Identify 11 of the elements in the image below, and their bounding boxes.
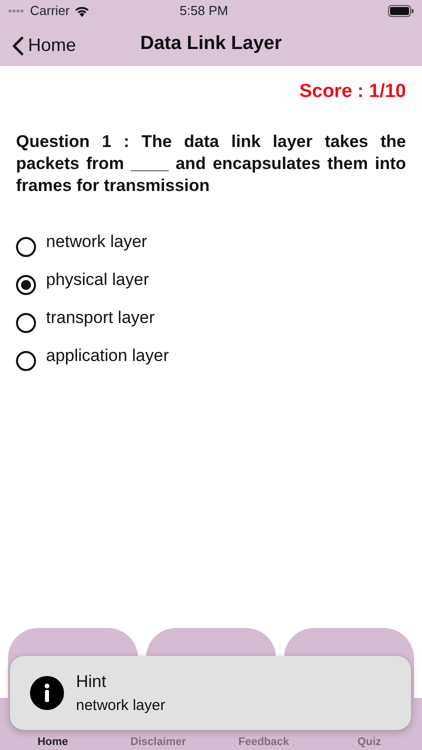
- toast-message: network layer: [76, 696, 166, 716]
- score-label: Score : 1/10: [299, 80, 406, 104]
- screen-title: Data Link Layer: [140, 32, 282, 56]
- status-time: 5:58 PM: [180, 2, 228, 20]
- option-label: application layer: [46, 344, 169, 366]
- carrier-label: Carrier: [30, 2, 70, 20]
- option-label: physical layer: [46, 268, 149, 290]
- option-label: network layer: [46, 230, 148, 252]
- toast-title: Hint: [76, 671, 108, 693]
- question-text: Question 1 : The data link layer takes the packets from ____ and encapsulates them into frames for transmission: [16, 130, 406, 196]
- option-label: transport layer: [46, 306, 155, 328]
